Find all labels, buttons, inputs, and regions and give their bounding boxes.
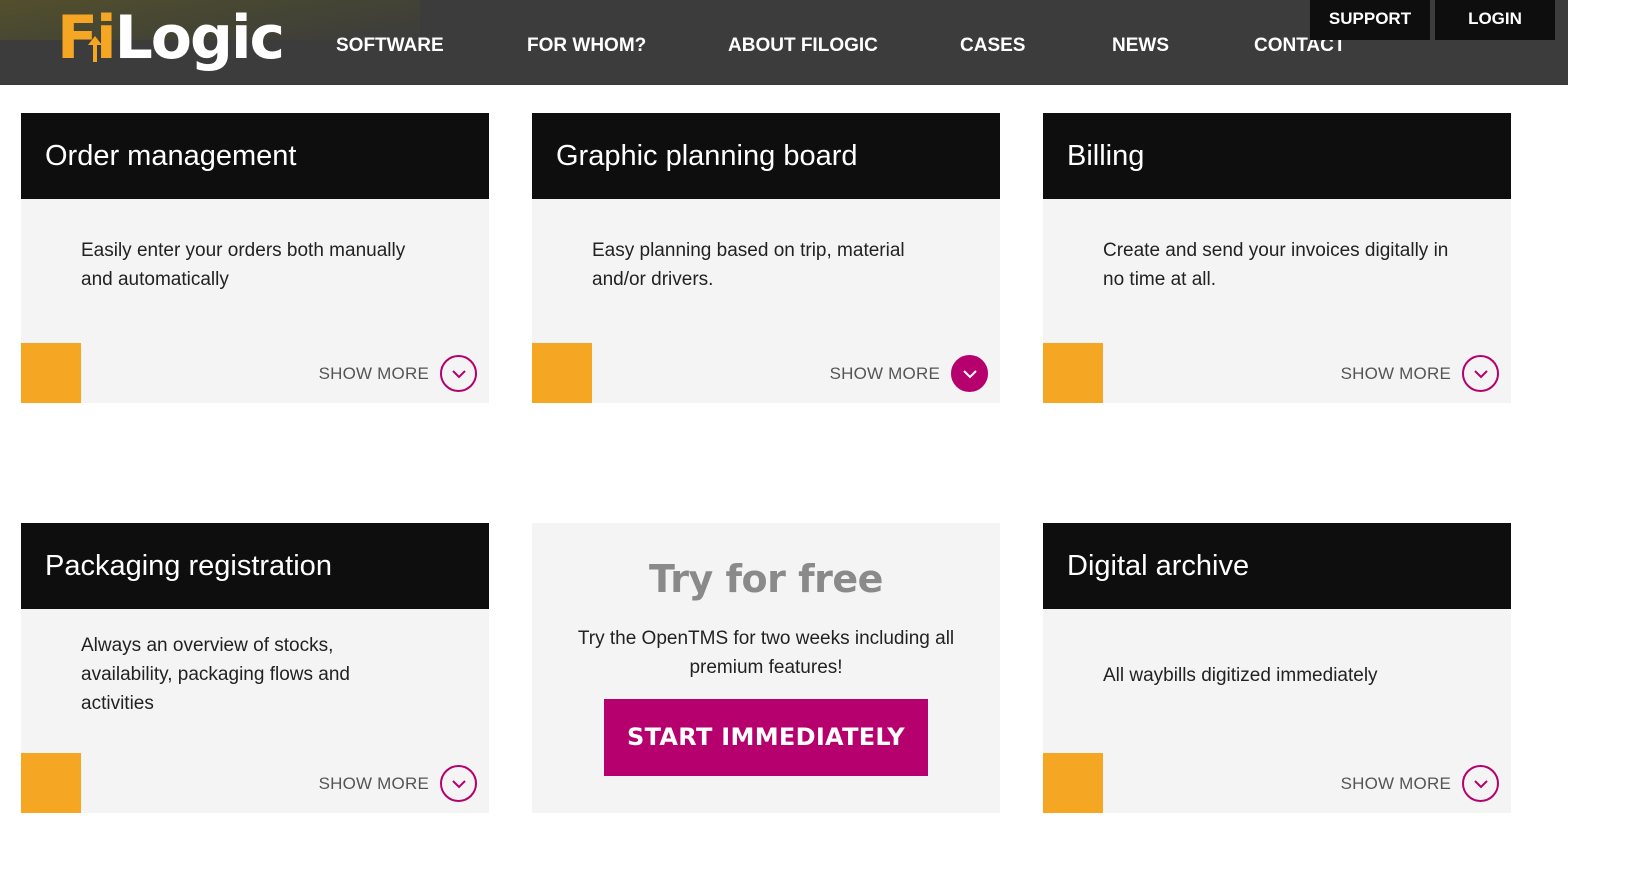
login-button[interactable]: LOGIN <box>1435 0 1555 40</box>
nav-cases[interactable]: CASES <box>960 35 1025 57</box>
card-description: Always an overview of stocks, availabili… <box>81 635 350 714</box>
card-title: Digital archive <box>1043 523 1511 609</box>
show-more-label: SHOW MORE <box>829 363 940 383</box>
card-digital-archive: Digital archive All waybills digitized i… <box>1043 523 1511 813</box>
show-more-button[interactable]: SHOW MORE <box>1341 765 1499 802</box>
site-header: FiLogic SOFTWARE FOR WHOM? ABOUT FILOGIC… <box>0 0 1568 85</box>
nav-software[interactable]: SOFTWARE <box>336 35 444 57</box>
show-more-button[interactable]: SHOW MORE <box>1341 355 1499 392</box>
card-title: Packaging registration <box>21 523 489 609</box>
try-title: Try for free <box>649 557 883 601</box>
nav-for-whom[interactable]: FOR WHOM? <box>527 35 646 57</box>
card-order-management: Order management Easily enter your order… <box>21 113 489 403</box>
logo-arrow-icon <box>88 36 102 62</box>
card-billing: Billing Create and send your invoices di… <box>1043 113 1511 403</box>
card-description: Easily enter your orders both manually a… <box>81 240 406 290</box>
card-title: Order management <box>21 113 489 199</box>
orange-accent-square <box>1043 343 1103 403</box>
show-more-label: SHOW MORE <box>1340 773 1451 793</box>
card-packaging-registration: Packaging registration Always an overvie… <box>21 523 489 813</box>
show-more-button[interactable]: SHOW MORE <box>319 765 477 802</box>
orange-accent-square <box>21 753 81 813</box>
nav-about-filogic[interactable]: ABOUT FILOGIC <box>728 35 878 57</box>
try-for-free-card: Try for free Try the OpenTMS for two wee… <box>532 523 1000 813</box>
card-description: Easy planning based on trip, material an… <box>592 240 905 290</box>
chevron-down-icon[interactable] <box>440 765 477 802</box>
show-more-button[interactable]: SHOW MORE <box>319 355 477 392</box>
start-immediately-button[interactable]: START IMMEDIATELY <box>604 699 928 776</box>
card-description: All waybills digitized immediately <box>1103 665 1378 686</box>
orange-accent-square <box>1043 753 1103 813</box>
card-graphic-planning-board: Graphic planning board Easy planning bas… <box>532 113 1000 403</box>
nav-news[interactable]: NEWS <box>1112 35 1169 57</box>
chevron-down-icon[interactable] <box>951 355 988 392</box>
logo-fi-text: Fi <box>57 3 117 73</box>
card-title: Graphic planning board <box>532 113 1000 199</box>
chevron-down-icon[interactable] <box>1462 765 1499 802</box>
show-more-label: SHOW MORE <box>318 773 429 793</box>
card-title: Billing <box>1043 113 1511 199</box>
chevron-down-icon[interactable] <box>1462 355 1499 392</box>
support-button[interactable]: SUPPORT <box>1310 0 1430 40</box>
orange-accent-square <box>532 343 592 403</box>
show-more-label: SHOW MORE <box>318 363 429 383</box>
chevron-down-icon[interactable] <box>440 355 477 392</box>
show-more-label: SHOW MORE <box>1340 363 1451 383</box>
show-more-button[interactable]: SHOW MORE <box>830 355 988 392</box>
card-description: Create and send your invoices digitally … <box>1103 240 1449 290</box>
try-description: Try the OpenTMS for two weeks including … <box>577 628 955 678</box>
logo-logic-text: Logic <box>114 3 286 73</box>
orange-accent-square <box>21 343 81 403</box>
